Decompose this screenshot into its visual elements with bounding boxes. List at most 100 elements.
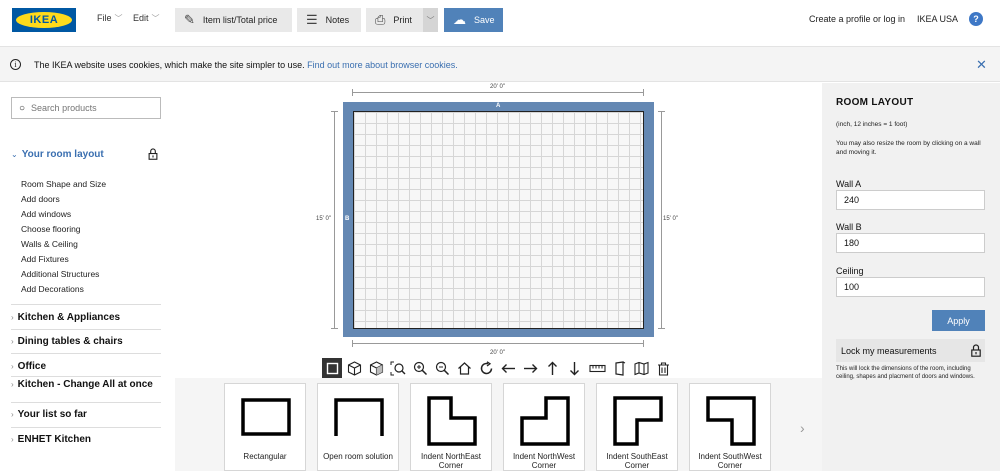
close-icon[interactable]: ✕: [976, 57, 987, 73]
shape-card-indent-ne[interactable]: Indent NorthEast Corner: [410, 383, 492, 471]
map-icon[interactable]: [631, 358, 651, 378]
notes-label: Notes: [325, 15, 350, 25]
menu-item-walls-ceiling[interactable]: Walls & Ceiling: [21, 239, 78, 249]
indent-southeast-shape-icon: [613, 396, 663, 446]
menu-item-additional-structures[interactable]: Additional Structures: [21, 269, 99, 279]
wall-a-input[interactable]: 240: [836, 190, 985, 210]
cookie-text: The IKEA website uses cookies, which mak…: [34, 60, 458, 70]
shape-label: Indent SouthWest Corner: [698, 452, 762, 470]
notes-icon: ☰: [306, 12, 318, 27]
item-list-label: Item list/Total price: [202, 15, 278, 25]
wall-b-field-label: Wall B: [836, 222, 862, 232]
3d-box-icon[interactable]: [366, 358, 386, 378]
home-icon[interactable]: [454, 358, 474, 378]
ikea-logo[interactable]: IKEA: [12, 8, 76, 32]
indent-northeast-shape-icon: [427, 396, 477, 446]
edit-menu[interactable]: Edit ﹀: [133, 13, 160, 24]
shape-card-indent-se[interactable]: Indent SouthEast Corner: [596, 383, 678, 471]
bottom-dimension: 20' 0": [490, 350, 505, 356]
menu-item-add-doors[interactable]: Add doors: [21, 194, 60, 204]
print-dropdown-button[interactable]: ﹀: [423, 8, 438, 32]
dimension-line-top: [352, 92, 644, 93]
left-dimension: 15' 0": [316, 216, 331, 222]
top-bar: IKEA File ﹀ Edit ﹀ ✎ Item list/Total price …: [0, 0, 1000, 40]
divider: [11, 304, 161, 305]
notes-button[interactable]: ☰ Notes: [297, 8, 361, 32]
section-label: ENHET Kitchen: [17, 434, 92, 445]
wall-a-field-label: Wall A: [836, 179, 862, 189]
menu-item-choose-flooring[interactable]: Choose flooring: [21, 224, 81, 234]
section-your-room-layout[interactable]: ⌄ Your room layout: [11, 149, 161, 160]
chevron-right-icon: ›: [11, 337, 14, 346]
print-label: Print: [393, 15, 412, 25]
arrow-left-icon[interactable]: [498, 358, 518, 378]
apply-button[interactable]: Apply: [932, 310, 985, 331]
shape-card-rectangular[interactable]: Rectangular: [224, 383, 306, 471]
trash-icon[interactable]: [653, 358, 673, 378]
right-dimension: 15' 0": [663, 216, 678, 222]
zoom-out-icon[interactable]: [432, 358, 452, 378]
section-label: Kitchen - Change All at once: [17, 379, 153, 390]
chevron-right-icon[interactable]: ›: [800, 420, 805, 436]
section-label: Kitchen & Appliances: [17, 312, 121, 323]
info-icon: i: [10, 59, 21, 70]
menu-item-add-windows[interactable]: Add windows: [21, 209, 71, 219]
shape-card-indent-sw[interactable]: Indent SouthWest Corner: [689, 383, 771, 471]
cookie-link[interactable]: Find out more about browser cookies.: [307, 60, 458, 70]
section-office[interactable]: › Office: [11, 361, 161, 372]
room-floor-grid[interactable]: [353, 111, 644, 329]
shape-label: Indent NorthWest Corner: [512, 452, 576, 470]
pencil-icon: ✎: [184, 12, 195, 27]
shape-card-indent-nw[interactable]: Indent NorthWest Corner: [503, 383, 585, 471]
top-dimension: 20' 0": [490, 84, 505, 90]
search-box[interactable]: ○: [11, 97, 161, 119]
measure-icon[interactable]: [587, 358, 607, 378]
zoom-in-icon[interactable]: [410, 358, 430, 378]
menu-item-add-decorations[interactable]: Add Decorations: [21, 284, 84, 294]
search-icon: ○: [19, 102, 26, 114]
chevron-right-icon: ›: [11, 362, 14, 371]
shape-card-open-room[interactable]: Open room solution: [317, 383, 399, 471]
lock-label: Lock my measurements: [841, 345, 937, 356]
chevron-right-icon: ›: [11, 380, 14, 389]
3d-view-icon[interactable]: [344, 358, 364, 378]
divider: [11, 427, 161, 428]
section-dining[interactable]: › Dining tables & chairs: [11, 336, 161, 347]
section-kitchen-appliances[interactable]: › Kitchen & Appliances: [11, 312, 161, 323]
shape-label: Indent SouthEast Corner: [606, 452, 668, 470]
dimension-line-bottom: [352, 343, 644, 344]
search-input[interactable]: [31, 103, 142, 113]
section-label: Your room layout: [21, 149, 104, 160]
dimension-tick: [643, 89, 644, 96]
section-your-list[interactable]: › Your list so far: [11, 409, 161, 420]
save-button[interactable]: ☁ Save: [444, 8, 503, 32]
dimension-line-right: [661, 111, 662, 329]
item-list-button[interactable]: ✎ Item list/Total price: [175, 8, 292, 32]
ceiling-input[interactable]: 100: [836, 277, 985, 297]
door-icon[interactable]: [609, 358, 629, 378]
section-kitchen-change[interactable]: › Kitchen - Change All at once: [11, 379, 161, 390]
lock-measurements-toggle[interactable]: Lock my measurements: [836, 339, 985, 362]
arrow-right-icon[interactable]: [520, 358, 540, 378]
print-button[interactable]: ⎙ Print: [366, 8, 423, 32]
arrow-up-icon[interactable]: [542, 358, 562, 378]
divider: [11, 353, 161, 354]
logo-text: IKEA: [16, 12, 72, 28]
menu-item-add-fixtures[interactable]: Add Fixtures: [21, 254, 69, 264]
country-link[interactable]: IKEA USA: [917, 14, 958, 24]
profile-link[interactable]: Create a profile or log in: [809, 14, 905, 24]
2d-view-icon[interactable]: [322, 358, 342, 378]
file-menu[interactable]: File ﹀: [97, 13, 123, 24]
panel-title: ROOM LAYOUT: [836, 97, 914, 108]
section-label: Office: [17, 361, 47, 372]
rotate-icon[interactable]: [476, 358, 496, 378]
lock-icon[interactable]: [148, 148, 158, 160]
wall-b-label: B: [345, 216, 350, 222]
help-icon[interactable]: ?: [969, 12, 983, 26]
lock-icon: [971, 344, 981, 357]
section-enhet-kitchen[interactable]: › ENHET Kitchen: [11, 434, 161, 445]
wall-b-input[interactable]: 180: [836, 233, 985, 253]
menu-item-room-shape[interactable]: Room Shape and Size: [21, 179, 106, 189]
zoom-fit-icon[interactable]: [388, 358, 408, 378]
arrow-down-icon[interactable]: [564, 358, 584, 378]
